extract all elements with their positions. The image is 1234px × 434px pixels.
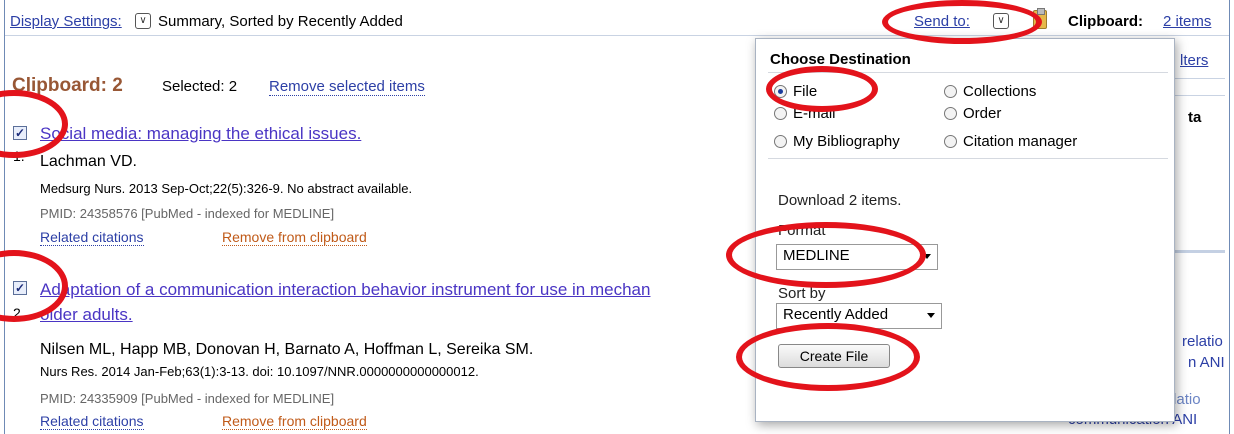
side-related-fragment-1[interactable]: relatio <box>1182 333 1223 350</box>
radio-my-bibliography-label[interactable]: My Bibliography <box>793 133 900 150</box>
filters-link[interactable]: lters <box>1180 52 1208 69</box>
item-1-remove-link[interactable]: Remove from clipboard <box>222 229 367 246</box>
item-2-pmid: PMID: 24335909 [PubMed - indexed for MED… <box>40 391 335 406</box>
radio-order[interactable] <box>944 107 957 120</box>
radio-citation-manager-label[interactable]: Citation manager <box>963 133 1077 150</box>
side-divider <box>1175 95 1225 96</box>
clipboard-icon <box>1033 8 1047 29</box>
popup-divider <box>768 158 1168 159</box>
item-1-authors: Lachman VD. <box>40 153 137 170</box>
item-1-pmid: PMID: 24358576 [PubMed - indexed for MED… <box>40 206 335 221</box>
radio-email-label[interactable]: E-mail <box>793 105 836 122</box>
format-select-value: MEDLINE <box>783 247 850 264</box>
format-label: Format <box>778 222 826 239</box>
radio-collections-label[interactable]: Collections <box>963 83 1036 100</box>
sort-by-label: Sort by <box>778 285 826 302</box>
remove-selected-link[interactable]: Remove selected items <box>269 78 425 96</box>
item-2-remove-link[interactable]: Remove from clipboard <box>222 413 367 430</box>
create-file-button[interactable]: Create File <box>778 344 890 368</box>
item-1-checkbox[interactable]: ✓ <box>13 126 27 140</box>
item-2-title-link-cont[interactable]: older adults. <box>40 305 133 325</box>
radio-email[interactable] <box>774 107 787 120</box>
item-2-authors: Nilsen ML, Happ MB, Donovan H, Barnato A… <box>40 341 534 358</box>
item-2-title-link[interactable]: Adaptation of a communication interactio… <box>40 280 650 300</box>
radio-collections[interactable] <box>944 85 957 98</box>
clipboard-count-link[interactable]: 2 items <box>1163 13 1211 30</box>
display-settings-value: Summary, Sorted by Recently Added <box>158 13 403 30</box>
sort-by-select[interactable]: Recently Added <box>776 303 942 329</box>
popup-divider <box>768 72 1168 73</box>
chevron-down-icon[interactable]: ∨ <box>135 13 151 29</box>
radio-file-label[interactable]: File <box>793 83 817 100</box>
side-heading-fragment: ta <box>1188 109 1202 126</box>
item-1-journal: Medsurg Nurs. 2013 Sep-Oct;22(5):326-9. … <box>40 181 413 196</box>
display-settings-link[interactable]: Display Settings: <box>10 13 122 30</box>
item-1-related-link[interactable]: Related citations <box>40 229 144 246</box>
selected-count: Selected: 2 <box>162 78 238 95</box>
radio-my-bibliography[interactable] <box>774 135 787 148</box>
radio-citation-manager[interactable] <box>944 135 957 148</box>
item-2-number: 2. <box>13 305 25 321</box>
item-2-checkbox[interactable]: ✓ <box>13 281 27 295</box>
item-1-number: 1. <box>13 148 25 164</box>
clipboard-label: Clipboard: <box>1068 13 1143 30</box>
item-1-title-link[interactable]: Social media: managing the ethical issue… <box>40 124 361 144</box>
choose-destination-title: Choose Destination <box>770 51 911 68</box>
send-to-dropdown: Choose Destination File Collections E-ma… <box>755 38 1175 422</box>
item-2-journal: Nurs Res. 2014 Jan-Feb;63(1):3-13. doi: … <box>40 364 479 379</box>
send-to-chevron-icon[interactable]: ∨ <box>993 13 1009 29</box>
radio-file[interactable] <box>774 85 787 98</box>
sort-by-select-value: Recently Added <box>783 306 889 323</box>
chevron-down-icon <box>923 254 931 259</box>
download-count-text: Download 2 items. <box>778 192 902 209</box>
clipboard-heading: Clipboard: 2 <box>12 75 123 96</box>
send-to-link[interactable]: Send to: <box>914 13 970 30</box>
radio-order-label[interactable]: Order <box>963 105 1001 122</box>
chevron-down-icon <box>927 313 935 318</box>
format-select[interactable]: MEDLINE <box>776 244 938 270</box>
item-2-related-link[interactable]: Related citations <box>40 413 144 430</box>
side-related-fragment-2[interactable]: n ANI <box>1188 354 1225 371</box>
side-divider <box>1175 78 1225 79</box>
side-divider <box>1175 250 1225 253</box>
